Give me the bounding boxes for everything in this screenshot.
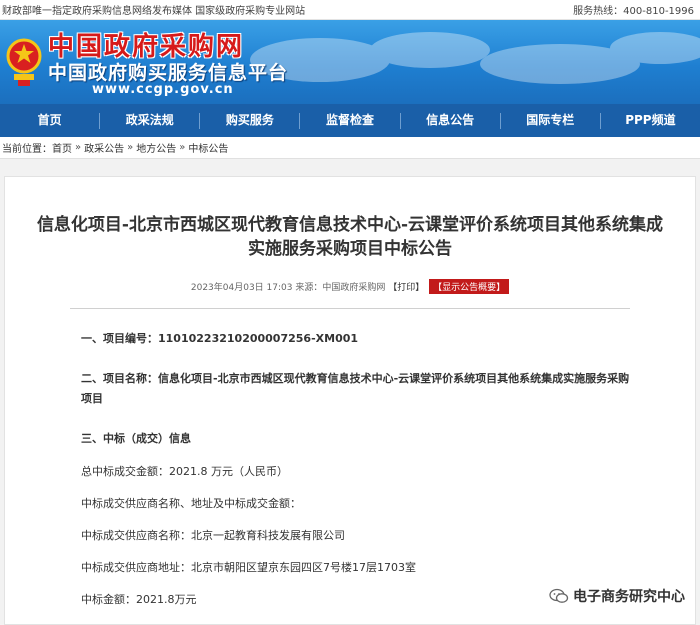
site-url: www.ccgp.gov.cn <box>92 82 234 97</box>
breadcrumb-separator: » <box>75 142 82 153</box>
nav-item-regulations[interactable]: 政采法规 <box>100 104 199 137</box>
show-summary-button[interactable]: 【显示公告概要】 <box>429 279 510 294</box>
breadcrumb-prefix: 当前位置： <box>2 144 52 155</box>
meta-divider <box>70 308 630 309</box>
nav-item-purchase-services[interactable]: 购买服务 <box>200 104 299 137</box>
breadcrumb-award-notices[interactable]: 中标公告 <box>188 140 228 155</box>
project-name-line-2: 项目 <box>81 392 103 405</box>
project-name: 二、项目名称：信息化项目-北京市西城区现代教育信息技术中心-云课堂评价系统项目其… <box>81 369 643 409</box>
national-emblem-icon <box>6 38 42 86</box>
wechat-icon <box>549 588 569 603</box>
nav-item-supervision[interactable]: 监督检查 <box>300 104 399 137</box>
nav-item-home[interactable]: 首页 <box>0 104 99 137</box>
wechat-watermark: 电子商务研究中心 <box>549 586 685 606</box>
article-title-line-1: 信息化项目-北京市西城区现代教育信息技术中心-云课堂评价系统项目其他系统集成 <box>36 215 664 235</box>
top-bar: 财政部唯一指定政府采购信息网络发布媒体 国家级政府采购专业网站 服务热线：400… <box>0 0 700 20</box>
project-number: 一、项目编号：11010223210200007256-XM001 <box>81 332 359 345</box>
publish-info: 2023年04月03日 17:03 来源：中国政府采购网 <box>190 283 386 293</box>
article-title: 信息化项目-北京市西城区现代教育信息技术中心-云课堂评价系统项目其他系统集成 实… <box>5 177 695 261</box>
nav-item-ppp[interactable]: PPP频道 <box>601 104 700 137</box>
watermark-text: 电子商务研究中心 <box>573 589 685 605</box>
print-link[interactable]: 【打印】 <box>388 283 424 293</box>
breadcrumb-separator: » <box>179 142 186 153</box>
project-name-line-1: 二、项目名称：信息化项目-北京市西城区现代教育信息技术中心-云课堂评价系统项目其… <box>81 372 630 385</box>
supplier-address: 中标成交供应商地址：北京市朝阳区望京东园四区7号楼17层1703室 <box>81 561 416 574</box>
breadcrumb-procurement-notices[interactable]: 政采公告 <box>84 140 124 155</box>
top-bar-text: 财政部唯一指定政府采购信息网络发布媒体 国家级政府采购专业网站 <box>2 6 306 17</box>
main-nav: 首页 政采法规 购买服务 监督检查 信息公告 国际专栏 PPP频道 <box>0 104 700 137</box>
site-banner: 中国政府采购网 中国政府购买服务信息平台 www.ccgp.gov.cn <box>0 20 700 104</box>
nav-item-international[interactable]: 国际专栏 <box>501 104 600 137</box>
article-panel: 信息化项目-北京市西城区现代教育信息技术中心-云课堂评价系统项目其他系统集成 实… <box>4 176 696 625</box>
supplier-name: 中标成交供应商名称：北京一起教育科技发展有限公司 <box>81 529 345 542</box>
breadcrumb-home[interactable]: 首页 <box>52 140 72 155</box>
supplier-info-heading: 中标成交供应商名称、地址及中标成交金额： <box>81 497 301 510</box>
nav-item-announcements[interactable]: 信息公告 <box>401 104 500 137</box>
site-subtitle: 中国政府购买服务信息平台 <box>48 62 289 84</box>
article-body: 一、项目编号：11010223210200007256-XM001 二、项目名称… <box>5 329 695 609</box>
cloud-background <box>250 32 700 84</box>
total-award-amount: 总中标成交金额：2021.8 万元（人民币） <box>81 465 288 478</box>
breadcrumb: 当前位置： 首页 » 政采公告 » 地方公告 » 中标公告 <box>0 137 700 159</box>
service-hotline: 服务热线：400-810-1996 <box>573 6 694 17</box>
article-title-line-2: 实施服务采购项目中标公告 <box>248 239 452 259</box>
award-info-heading: 三、中标（成交）信息 <box>81 432 191 445</box>
breadcrumb-separator: » <box>127 142 134 153</box>
breadcrumb-local-notices[interactable]: 地方公告 <box>136 140 176 155</box>
article-meta: 2023年04月03日 17:03 来源：中国政府采购网 【打印】 【显示公告概… <box>5 279 695 294</box>
